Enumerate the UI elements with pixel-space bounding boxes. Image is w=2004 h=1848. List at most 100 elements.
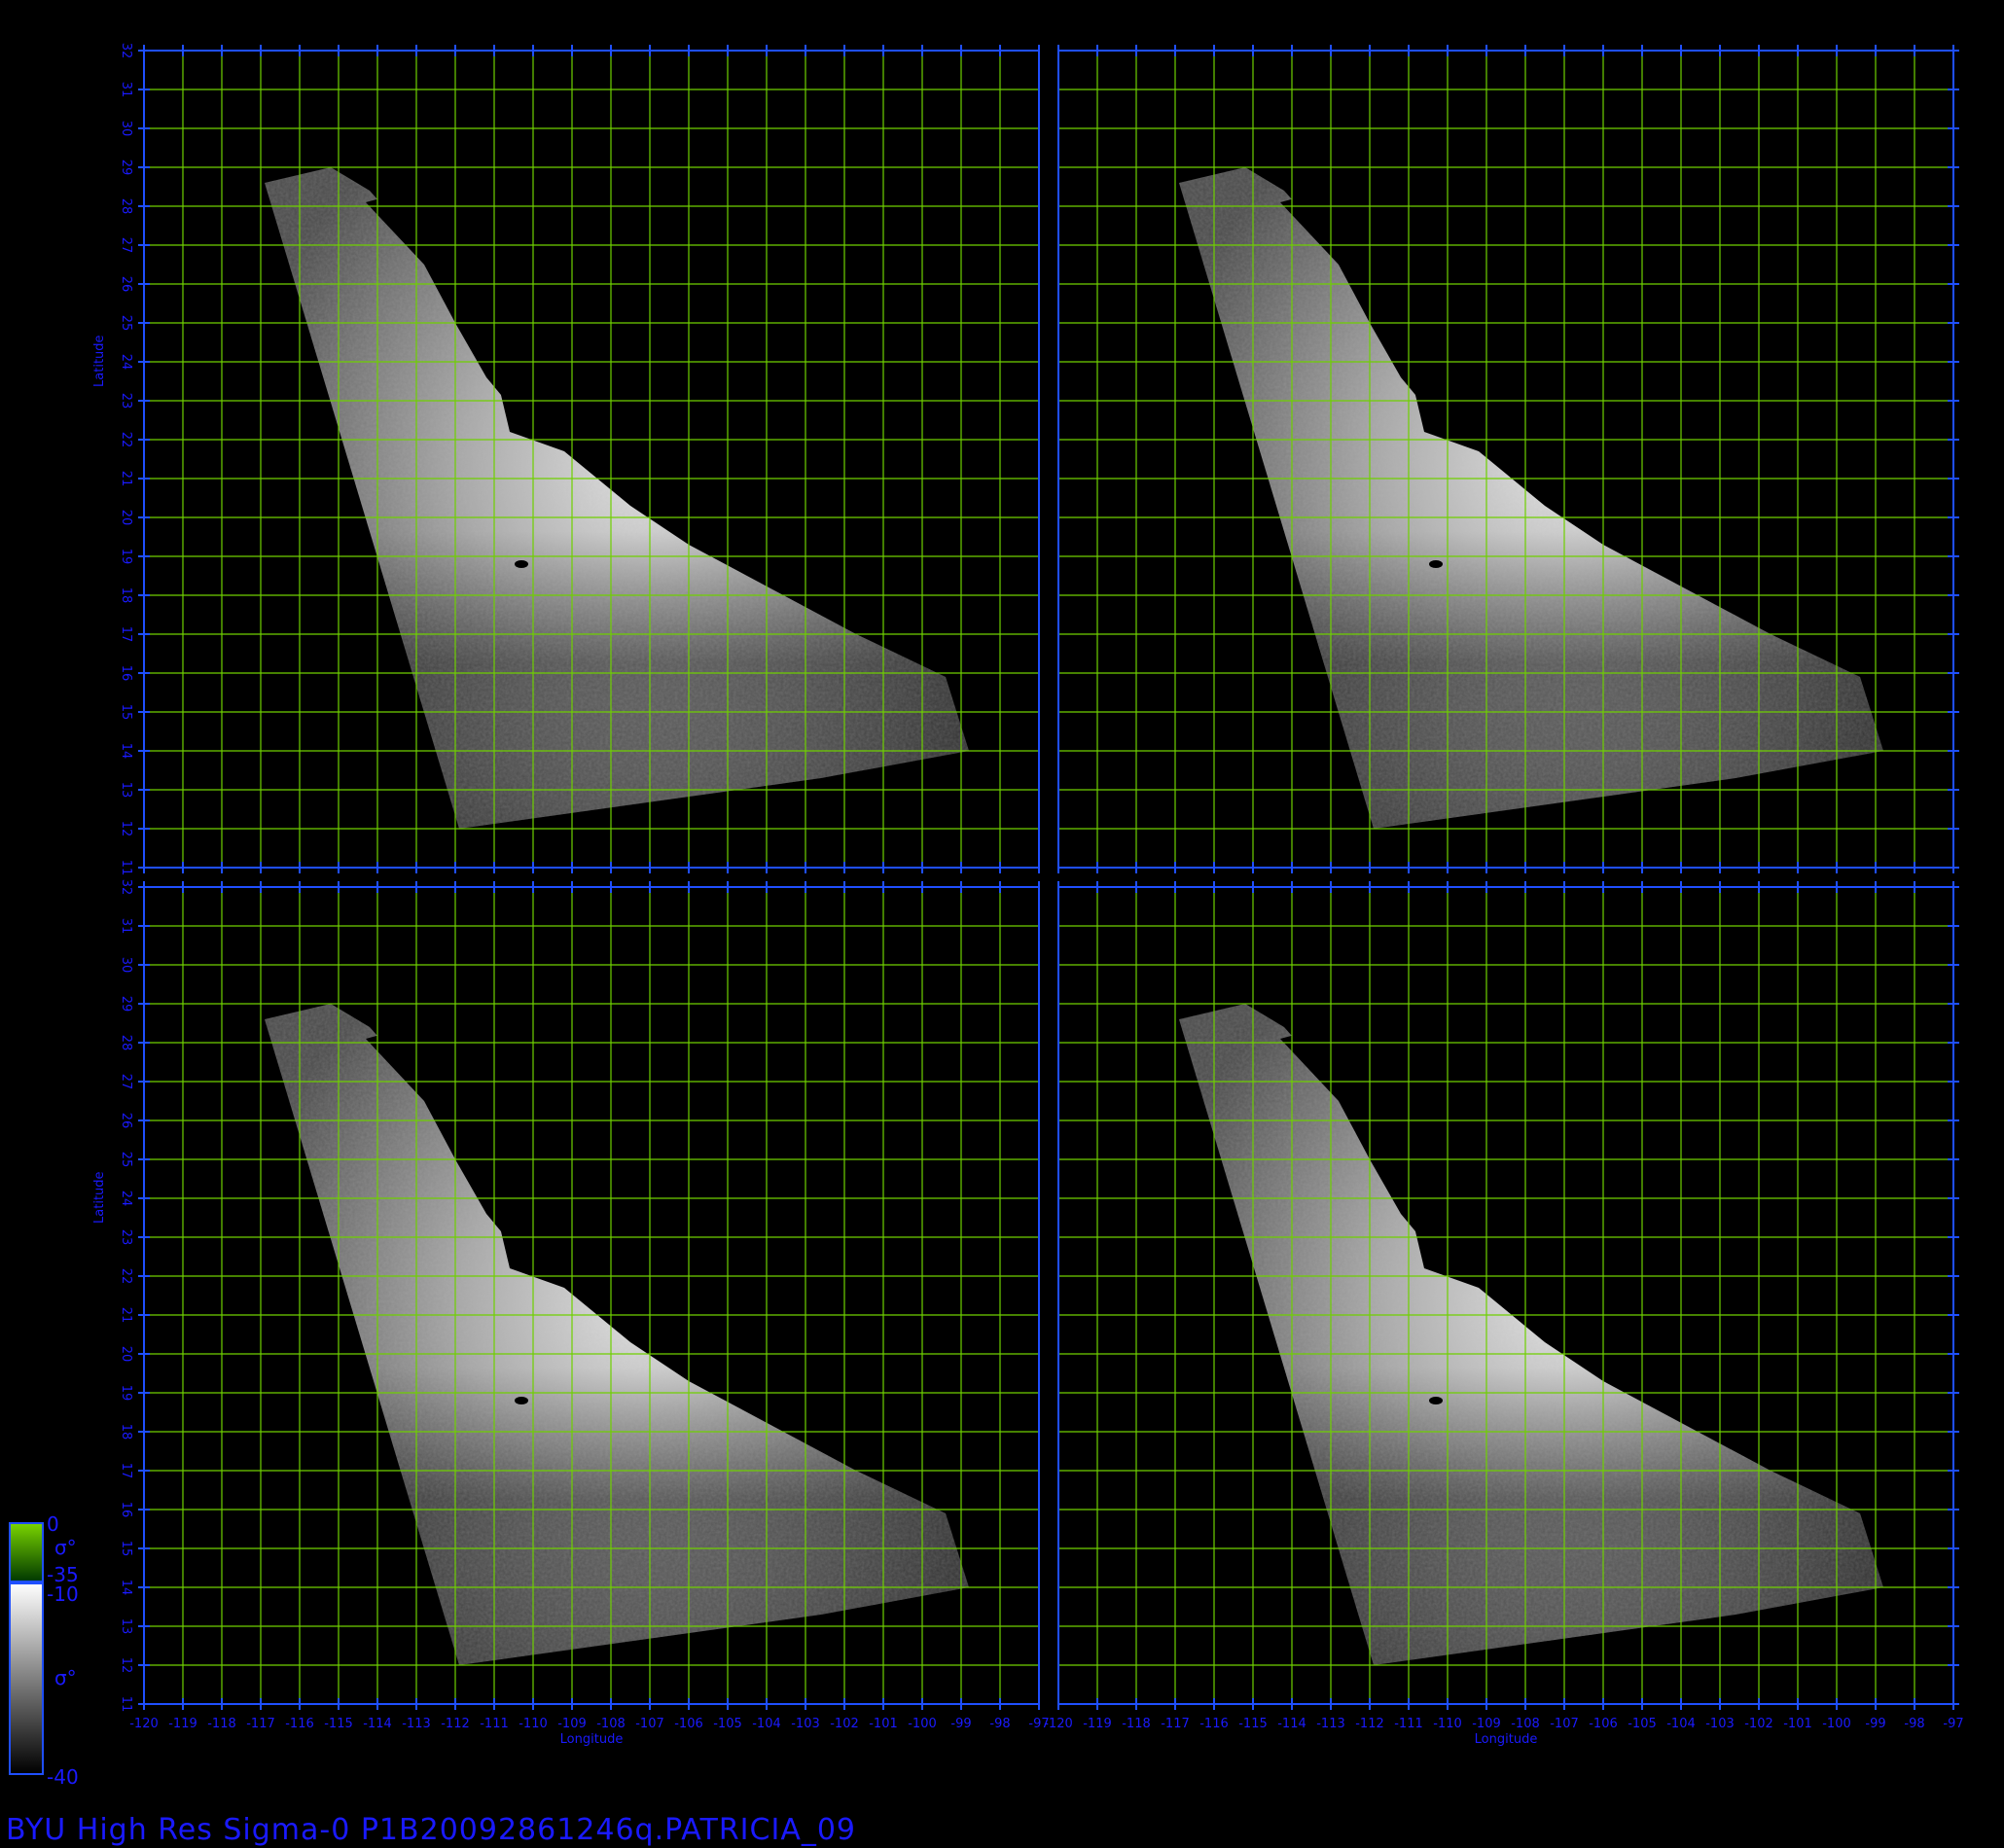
x-axis-label: Longitude <box>560 1732 624 1747</box>
latitude-tick-label: 22 <box>119 432 133 448</box>
latitude-tick-label: 23 <box>119 393 133 409</box>
longitude-tick-label: -118 <box>207 1717 236 1731</box>
longitude-tick-label: -111 <box>1394 1717 1423 1731</box>
latitude-tick-label: 18 <box>119 587 133 604</box>
longitude-tick-label: -112 <box>441 1717 470 1731</box>
small-island-mask <box>515 1397 528 1404</box>
latitude-tick-label: 21 <box>119 471 133 487</box>
land-colorbar <box>9 1522 44 1582</box>
longitude-tick-label: -106 <box>1589 1717 1618 1731</box>
longitude-tick-label: -99 <box>1865 1717 1885 1731</box>
latitude-tick-label: 11 <box>119 860 133 876</box>
ocean-symbol-label: σ° <box>54 1666 77 1689</box>
longitude-tick-label: -113 <box>1316 1717 1345 1731</box>
map-panel-top-left: 11 12 13 14 15 16 17 18 19 20 21 22 23 24 25 26 27 28 29 30… <box>92 43 1040 876</box>
x-axis-label: Longitude <box>1475 1732 1538 1747</box>
swath-speckle <box>1179 167 1883 829</box>
small-island-mask <box>1429 560 1443 568</box>
latitude-tick-label: 25 <box>119 315 133 332</box>
swath-speckle <box>265 1004 969 1665</box>
latitude-tick-label: 13 <box>119 782 133 799</box>
swath-speckle <box>265 167 969 829</box>
latitude-tick-label: 15 <box>119 704 133 721</box>
longitude-tick-label: -103 <box>1705 1717 1735 1731</box>
latitude-tick-label: 14 <box>119 1580 133 1596</box>
longitude-tick-label: -117 <box>1161 1717 1190 1731</box>
longitude-tick-label: -111 <box>480 1717 509 1731</box>
longitude-tick-label: -109 <box>1472 1717 1501 1731</box>
latitude-tick-label: 16 <box>119 1502 133 1518</box>
latitude-tick-label: 16 <box>119 665 133 682</box>
longitude-tick-label: -114 <box>1277 1717 1306 1731</box>
latitude-tick-label: 31 <box>119 82 133 98</box>
latitude-tick-label: 24 <box>119 354 133 371</box>
land-max-label: 0 <box>47 1512 59 1536</box>
latitude-tick-label: 30 <box>119 957 133 974</box>
longitude-tick-label: -105 <box>1628 1717 1657 1731</box>
longitude-tick-label: -104 <box>752 1717 781 1731</box>
latitude-tick-label: 32 <box>119 43 133 59</box>
latitude-tick-label: 12 <box>119 1657 133 1674</box>
sigma0-colorbar: 0 σ° -35 -10 σ° -40 <box>9 1512 79 1789</box>
latitude-tick-label: 24 <box>119 1191 133 1207</box>
latitude-tick-label: 19 <box>119 1385 133 1402</box>
latitude-tick-label: 26 <box>119 276 133 293</box>
longitude-tick-label: -120 <box>1044 1717 1073 1731</box>
ocean-min-label: -40 <box>47 1765 79 1789</box>
longitude-tick-label: -117 <box>246 1717 275 1731</box>
latitude-tick-label: 20 <box>119 1346 133 1363</box>
latitude-tick-label: 32 <box>119 879 133 896</box>
map-panel-bottom-right: -120 -119 -118 -117 -116 -115 -114 -113 -112 -111… <box>1044 881 1964 1747</box>
latitude-tick-label: 28 <box>119 198 133 215</box>
longitude-tick-label: -103 <box>791 1717 820 1731</box>
latitude-tick-label: 20 <box>119 510 133 526</box>
longitude-tick-label: -107 <box>1550 1717 1579 1731</box>
map-panel-bottom-left: 11 12 13 14 15 16 17 18 19 20 21 22 23 24 25 26 27 28 29 30… <box>92 879 1050 1747</box>
eye-mask <box>1607 444 1634 463</box>
latitude-tick-label: 17 <box>119 626 133 643</box>
longitude-tick-label: -119 <box>1083 1717 1112 1731</box>
latitude-tick-label: 23 <box>119 1229 133 1246</box>
longitude-tick-label: -119 <box>168 1717 197 1731</box>
y-axis-label: Latitude <box>92 1171 107 1224</box>
latitude-tick-label: 29 <box>119 160 133 176</box>
latitude-tick-label: 30 <box>119 121 133 137</box>
eye-mask <box>1607 1280 1634 1299</box>
longitude-tick-label: -97 <box>1943 1717 1963 1731</box>
longitude-tick-label: -112 <box>1355 1717 1384 1731</box>
longitude-tick-label: -110 <box>519 1717 548 1731</box>
latitude-tick-label: 18 <box>119 1424 133 1440</box>
latitude-tick-label: 26 <box>119 1113 133 1129</box>
latitude-tick-label: 17 <box>119 1463 133 1479</box>
latitude-tick-label: 27 <box>119 1074 133 1090</box>
latitude-tick-label: 15 <box>119 1541 133 1557</box>
y-axis-label: Latitude <box>92 335 107 387</box>
longitude-tick-label: -98 <box>989 1717 1010 1731</box>
land-symbol-label: σ° <box>54 1536 77 1559</box>
latitude-tick-label: 25 <box>119 1152 133 1168</box>
latitude-tick-label: 19 <box>119 549 133 565</box>
eye-mask <box>693 1280 720 1299</box>
longitude-tick-label: -105 <box>713 1717 742 1731</box>
ocean-max-label: -10 <box>47 1582 79 1606</box>
longitude-tick-label: -101 <box>1783 1717 1812 1731</box>
latitude-tick-label: 13 <box>119 1618 133 1635</box>
latitude-tick-label: 12 <box>119 821 133 837</box>
eye-mask <box>693 444 720 463</box>
small-island-mask <box>515 560 528 568</box>
longitude-tick-label: -100 <box>1822 1717 1851 1731</box>
latitude-tick-label: 14 <box>119 743 133 760</box>
longitude-tick-label: -116 <box>285 1717 314 1731</box>
longitude-tick-label: -107 <box>635 1717 664 1731</box>
map-panel-top-right <box>1057 45 1959 873</box>
longitude-tick-label: -114 <box>363 1717 392 1731</box>
latitude-tick-label: 28 <box>119 1035 133 1051</box>
longitude-tick-label: -106 <box>674 1717 703 1731</box>
longitude-tick-label: -101 <box>869 1717 898 1731</box>
sigma0-image-mosaic: 11 12 13 14 15 16 17 18 19 20 21 22 23 24 25 26 27 28 29 30… <box>9 43 1964 1789</box>
longitude-tick-label: -99 <box>950 1717 971 1731</box>
longitude-tick-label: -104 <box>1666 1717 1696 1731</box>
latitude-tick-label: 22 <box>119 1268 133 1285</box>
longitude-tick-label: -102 <box>1744 1717 1773 1731</box>
longitude-tick-label: -118 <box>1122 1717 1151 1731</box>
